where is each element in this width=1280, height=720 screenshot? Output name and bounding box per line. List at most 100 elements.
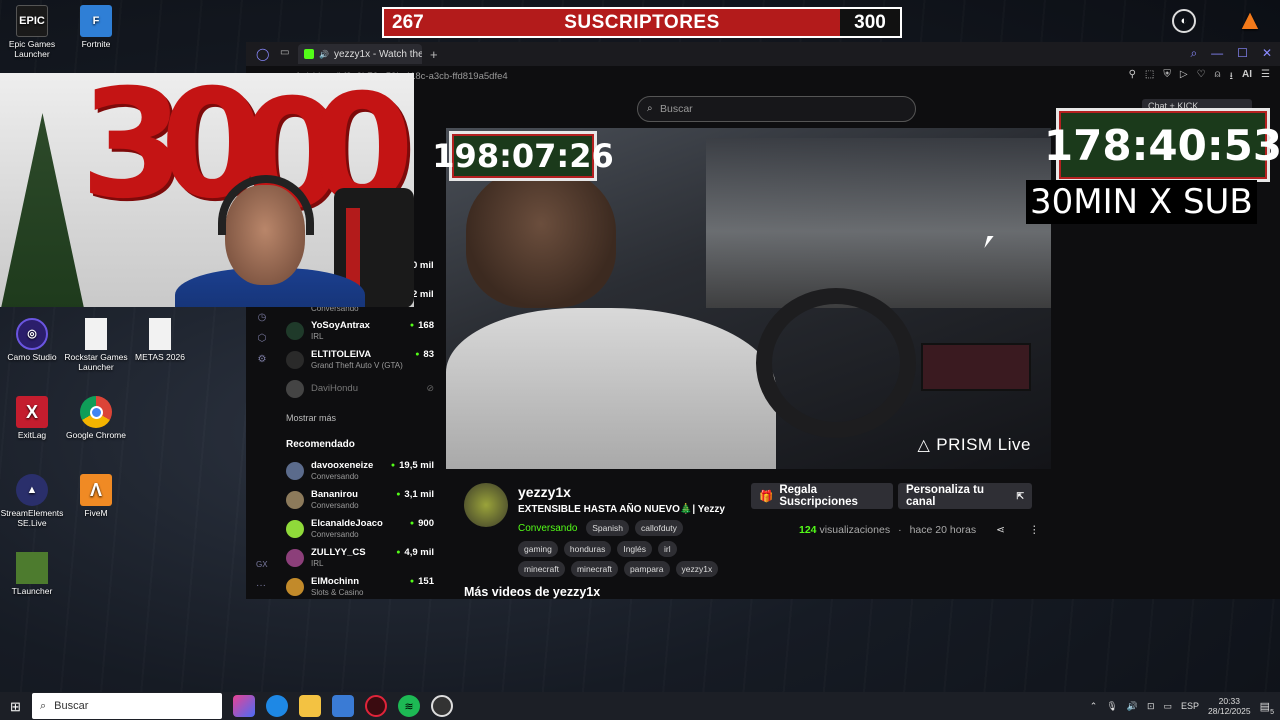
close-button[interactable]: ✕: [1262, 46, 1272, 61]
screenshot-icon[interactable]: ⬚: [1145, 69, 1154, 86]
desktop-icon-tlauncher[interactable]: TLauncher: [0, 552, 64, 597]
history-icon[interactable]: ◷: [258, 312, 267, 323]
desktop-icon-label: Epic Games Launcher: [8, 39, 56, 59]
tag[interactable]: Inglés: [617, 541, 653, 557]
more-videos-heading: Más videos de yezzy1x: [464, 585, 601, 599]
channel-item-zullyy-cs[interactable]: ZULLYY_CS IRL 4,9 mil: [286, 543, 436, 572]
desktop-icon-label: METAS 2026: [135, 352, 185, 362]
speaker-icon: 🔊: [319, 49, 329, 59]
tag[interactable]: yezzy1x: [675, 561, 719, 577]
channel-name-heading[interactable]: yezzy1x: [518, 484, 571, 500]
customize-channel-button[interactable]: Personaliza tu canal ⇱: [898, 483, 1032, 509]
minimize-button[interactable]: —: [1211, 46, 1223, 61]
download-icon[interactable]: ⭳: [1230, 69, 1234, 86]
channel-category: Grand Theft Auto V (GTA): [311, 361, 403, 370]
car-screen: [921, 343, 1031, 391]
copilot-icon[interactable]: [233, 695, 255, 717]
channel-item-davooxeneize[interactable]: davooxeneize Conversando 19,5 mil: [286, 456, 436, 485]
pin-icon[interactable]: ⚲: [1129, 69, 1136, 86]
more-options-icon[interactable]: ⋮: [1029, 524, 1040, 536]
gift-subs-button[interactable]: 🎁 Regala Suscripciones: [751, 483, 893, 509]
tag[interactable]: gaming: [518, 541, 558, 557]
tag[interactable]: pampara: [623, 561, 670, 577]
tag[interactable]: minecraft: [570, 561, 618, 577]
fortnite-icon: F: [80, 5, 112, 37]
store-icon[interactable]: [332, 695, 354, 717]
channel-item-eltitoleiva[interactable]: ELTITOLEIVA Grand Theft Auto V (GTA) 83: [286, 345, 436, 374]
video-stats: 124 visualizaciones · hace 20 horas ⋖ ⋮: [799, 524, 1040, 536]
gx-icon[interactable]: GX: [256, 560, 268, 569]
more-icon[interactable]: ···: [256, 580, 266, 591]
desktop-icon-epic-games[interactable]: EPIC Epic Games Launcher: [0, 5, 64, 60]
volume-icon[interactable]: 🔊: [1127, 701, 1138, 712]
chevron-up-icon[interactable]: ⌃: [1090, 701, 1098, 712]
microphone-icon[interactable]: 🎙: [1106, 701, 1117, 712]
channel-item-davihondu[interactable]: DaviHondu ⊘: [286, 374, 436, 403]
subscriber-current: 267: [392, 11, 424, 33]
desktop-icon-camo-studio[interactable]: ◎ Camo Studio: [0, 318, 64, 363]
ai-button[interactable]: AI: [1242, 69, 1252, 86]
shield-icon[interactable]: ⛨: [1163, 69, 1171, 86]
menu-icon[interactable]: ☰: [1261, 69, 1270, 86]
opera-gx-icon[interactable]: ◯: [256, 47, 269, 61]
language-indicator[interactable]: ESP: [1181, 701, 1199, 711]
tabs-icon[interactable]: ▭: [280, 47, 289, 58]
settings-icon[interactable]: ⚙: [258, 354, 267, 365]
channel-category: Conversando: [311, 530, 359, 539]
tag[interactable]: irl: [658, 541, 677, 557]
desktop-icon-exitlag[interactable]: X ExitLag: [0, 396, 64, 441]
channel-item-yosoyantrax[interactable]: YoSoyAntrax IRL 168: [286, 316, 436, 345]
tag[interactable]: honduras: [563, 541, 612, 557]
spotify-icon[interactable]: ≋: [398, 695, 420, 717]
taskbar-search-input[interactable]: ⌕ Buscar: [32, 693, 222, 719]
desktop-icon-streamelements[interactable]: ▲ StreamElements SE.Live: [0, 474, 64, 529]
channel-item-bananirou[interactable]: Bananirou Conversando 3,1 mil: [286, 485, 436, 514]
desktop-icon-vlc[interactable]: ▲: [1218, 4, 1280, 39]
new-tab-button[interactable]: +: [430, 47, 438, 62]
desktop-icon-fivem[interactable]: Λ FiveM: [64, 474, 128, 519]
show-more-link[interactable]: Mostrar más: [286, 403, 436, 429]
streamelements-icon: ▲: [16, 474, 48, 506]
edge-icon[interactable]: [266, 695, 288, 717]
windows-start-icon[interactable]: ⊞: [10, 699, 21, 715]
recommended-heading: Recomendado: [286, 439, 355, 450]
share-icon[interactable]: ⋖: [996, 524, 1005, 536]
tag[interactable]: minecraft: [518, 561, 565, 577]
subscriber-goal-bar: 267 SUSCRIPTORES 300: [382, 7, 902, 38]
browser-toolbar: ⚲ ⬚ ⛨ ▷ ♡ ⍝ ⭳ AI ☰: [1129, 69, 1270, 86]
battery-icon[interactable]: ▭: [1164, 701, 1173, 712]
obs-icon[interactable]: ◐: [1172, 9, 1196, 33]
partial-viewers-1: 0 mil: [412, 260, 434, 271]
channel-item-elcanaldejoaco[interactable]: ElcanaldeJoaco Conversando 900: [286, 514, 436, 543]
maximize-button[interactable]: ☐: [1237, 46, 1248, 61]
desktop-icon-chrome[interactable]: Google Chrome: [64, 396, 128, 441]
video-person-head: [466, 168, 616, 308]
account-icon[interactable]: ⍝: [1215, 69, 1221, 86]
notification-icon[interactable]: ▤ 5: [1260, 700, 1274, 716]
obs-taskbar-icon[interactable]: [431, 695, 453, 717]
desktop-icon-fortnite[interactable]: F Fortnite: [64, 5, 128, 50]
network-icon[interactable]: ⊡: [1147, 701, 1155, 712]
clock[interactable]: 20:33 28/12/2025: [1208, 696, 1251, 716]
tag[interactable]: Spanish: [586, 520, 629, 536]
tag[interactable]: callofduty: [634, 520, 683, 536]
opera-gx-taskbar-icon[interactable]: [365, 695, 387, 717]
channel-item-elmochinn[interactable]: ElMochinn Slots & Casino 151: [286, 572, 436, 601]
desktop-icon-metas-2026[interactable]: METAS 2026: [128, 318, 192, 363]
file-explorer-icon[interactable]: [299, 695, 321, 717]
search-icon: ⌕: [647, 103, 653, 114]
customize-channel-label: Personaliza tu canal: [906, 484, 984, 508]
search-tabs-icon[interactable]: ⌕: [1190, 46, 1197, 61]
channel-name: DaviHondu: [311, 383, 358, 394]
tab-active[interactable]: 🔊 yezzy1x - Watch the V...: [298, 44, 422, 64]
search-input[interactable]: ⌕ Buscar: [637, 96, 916, 122]
channel-avatar[interactable]: [464, 483, 508, 527]
play-icon[interactable]: ▷: [1180, 69, 1188, 86]
stream-category[interactable]: Conversando Spanish callofduty: [518, 520, 689, 536]
desktop-icon-rockstar[interactable]: Rockstar Games Launcher: [64, 318, 128, 373]
viewer-count: 19,5 mil: [391, 460, 434, 471]
extensions-icon[interactable]: ⬡: [258, 333, 267, 344]
channel-category: IRL: [311, 559, 324, 568]
system-tray: ⌃ 🎙 🔊 ⊡ ▭ ESP 20:33 28/12/2025 ▤ 5: [1090, 692, 1274, 720]
heart-icon[interactable]: ♡: [1197, 69, 1206, 86]
